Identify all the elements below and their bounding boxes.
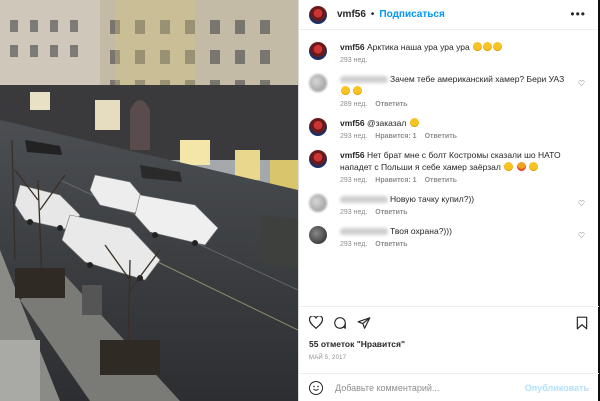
grinning-emoji-icon (409, 118, 419, 127)
comment-likes[interactable]: Нравится: 1 (375, 133, 416, 140)
comment-avatar[interactable] (309, 74, 327, 92)
comment-bubble-icon[interactable] (333, 316, 347, 330)
add-comment-bar: Опубликовать (299, 373, 599, 401)
like-comment-heart-icon[interactable]: ♡ (578, 231, 585, 240)
grinning-emoji-icon (341, 86, 350, 95)
action-icons-row (299, 307, 599, 337)
comment-item: vmf56 Нет брат мне с болт Костромы сказа… (307, 149, 589, 184)
separator-dot: • (370, 9, 375, 20)
like-comment-heart-icon[interactable]: ♡ (578, 79, 585, 88)
grinning-emoji-icon (473, 42, 483, 51)
comment-avatar[interactable] (309, 194, 327, 212)
smiley-face-glyph (313, 385, 319, 391)
comment-item: Новую тачку купил?)) 293 нед. Ответить ♡ (307, 193, 589, 216)
comment-item: Зачем тебе американский хамер? Бери УАЗ … (307, 73, 589, 108)
publish-button[interactable]: Опубликовать (525, 383, 589, 393)
comment-text: Новую тачку купил?)) (390, 194, 475, 204)
save-bookmark-icon[interactable] (576, 316, 588, 330)
comment-likes[interactable]: Нравится: 1 (375, 177, 416, 184)
reply-button[interactable]: Ответить (375, 241, 407, 248)
comment-text: Твоя охрана?))) (390, 226, 452, 236)
comment-time[interactable]: 293 нед. (340, 241, 367, 248)
post-details-panel: vmf56 • Подписаться ••• vmf56 Арктика на… (298, 0, 599, 401)
reply-button[interactable]: Ответить (425, 133, 457, 140)
like-heart-icon[interactable] (309, 316, 323, 329)
post-header: vmf56 • Подписаться ••• (299, 0, 598, 30)
blurred-username[interactable] (340, 196, 388, 204)
more-options-icon[interactable]: ••• (570, 7, 586, 21)
blurred-username[interactable] (340, 228, 388, 236)
grinning-emoji-icon (504, 162, 514, 171)
caption-comment: vmf56 Арктика наша ура ура ура 293 нед. (307, 41, 589, 64)
post-actions: 55 отметок "Нравится" МАЙ 5, 2017 Опубли… (299, 306, 599, 401)
comment-text: Арктика наша ура ура ура (366, 42, 470, 52)
blurred-username[interactable] (340, 76, 388, 84)
like-comment-heart-icon[interactable]: ♡ (578, 199, 585, 208)
reply-button[interactable]: Ответить (375, 101, 407, 108)
likes-count[interactable]: 55 отметок "Нравится" (309, 339, 599, 349)
comment-username[interactable]: vmf56 (340, 42, 365, 52)
emoji-smiley-icon[interactable] (309, 380, 323, 395)
author-avatar[interactable] (309, 5, 327, 24)
follow-button[interactable]: Подписаться (379, 9, 444, 20)
post-date[interactable]: МАЙ 5, 2017 (309, 355, 599, 361)
comment-time[interactable]: 293 нед. (340, 133, 367, 140)
comment-avatar[interactable] (309, 226, 327, 244)
instagram-post-window: vmf56 • Подписаться ••• vmf56 Арктика на… (0, 0, 600, 401)
comment-item: vmf56 @заказал 293 нед. Нравится: 1 Ответи… (307, 117, 589, 140)
comment-avatar[interactable] (309, 150, 327, 168)
comment-text: Зачем тебе американский хамер? Бери УАЗ (390, 74, 565, 84)
post-photo[interactable] (0, 0, 298, 401)
street-scene-image (0, 0, 298, 401)
comment-input[interactable] (335, 382, 515, 393)
comment-username[interactable]: vmf56 (340, 150, 365, 160)
reply-button[interactable]: Ответить (425, 177, 457, 184)
grinning-emoji-icon (528, 162, 538, 171)
comment-text: Нет брат мне с болт Костромы сказали шо … (340, 150, 561, 172)
author-username[interactable]: vmf56 (337, 9, 366, 20)
comment-text: @заказал (366, 118, 407, 128)
comment-time[interactable]: 289 нед. (340, 101, 367, 108)
grinning-emoji-icon (483, 42, 493, 51)
share-paper-plane-icon[interactable] (357, 316, 371, 330)
comment-time[interactable]: 293 нед. (340, 177, 367, 184)
grinning-emoji-icon (493, 42, 503, 51)
comment-avatar[interactable] (309, 118, 327, 136)
comment-avatar[interactable] (309, 42, 327, 60)
comment-username[interactable]: vmf56 (340, 118, 365, 128)
comment-item: Твоя охрана?))) 293 нед. Ответить ♡ (307, 225, 589, 248)
comment-time[interactable]: 293 нед. (340, 209, 367, 216)
reply-button[interactable]: Ответить (375, 209, 407, 216)
comments-list: vmf56 Арктика наша ура ура ура 293 нед. … (299, 31, 599, 306)
grinning-emoji-icon (353, 86, 363, 95)
comment-time[interactable]: 293 нед. (340, 57, 367, 64)
pouting-emoji-icon (516, 162, 526, 171)
